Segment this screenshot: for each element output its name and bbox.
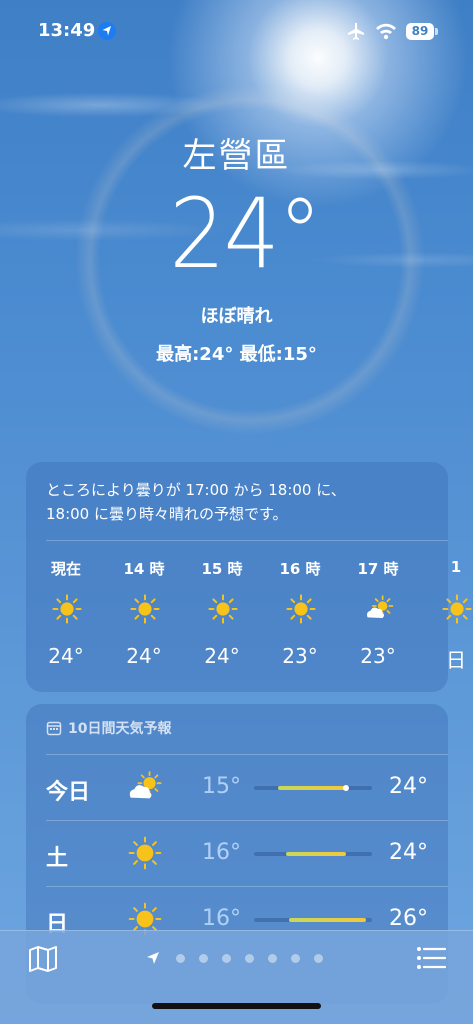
high-low-text: 最高:24° 最低:15° [156,344,317,365]
city-name: 左營區 [182,136,291,176]
day-high: 26° [389,906,428,931]
home-indicator[interactable] [152,1003,321,1009]
temperature-range-fill [285,852,347,856]
temperature-range-fill [289,918,367,922]
temperature-range-bar [254,785,372,791]
hour-label: 14 時 [123,560,165,578]
summary-line: 18:00 に曇り時々晴れの予想です。 [46,505,288,523]
page-dot[interactable] [314,954,323,963]
map-icon[interactable] [28,945,58,973]
hour-column: 1 日 [426,558,473,673]
sun-icon [114,580,174,628]
current-temp-dot [343,785,350,791]
wifi-icon [376,23,396,40]
forecast-summary: ところにより曇りが 17:00 から 18:00 に、 18:00 に曇り時々晴… [46,478,436,526]
day-row[interactable]: 今日 15° 24° [26,754,448,820]
battery-indicator: 89 [406,23,438,40]
airplane-icon [348,23,364,40]
hour-label: 17 時 [357,560,399,578]
hour-label: 15 時 [201,560,243,578]
temperature-range-bar [254,852,372,856]
list-icon[interactable] [416,945,446,971]
hour-label: 現在 [50,560,81,578]
day-high: 24° [389,840,428,865]
day-name: 今日 [46,780,91,805]
divider [46,820,448,821]
divider [46,754,448,755]
day-low: 16° [202,840,241,865]
divider [46,540,448,541]
hour-column: 16 時 23° [270,558,330,668]
battery-level: 89 [411,24,429,38]
hour-column: 14 時 24° [114,558,174,668]
hour-label: 1 [450,558,462,576]
hour-column: 15 時 24° [192,558,252,668]
condition-text: ほぼ晴れ [200,306,273,327]
calendar-icon [46,721,62,736]
sun-icon [192,580,252,628]
page-dot[interactable] [176,954,185,963]
sun-icon [270,580,330,628]
location-arrow-icon [98,22,116,40]
sun-icon [36,580,96,628]
page-dot[interactable] [222,954,231,963]
partly-cloudy-icon [348,580,408,628]
summary-line: ところにより曇りが 17:00 から 18:00 に、 [46,481,346,499]
current-temperature: 24° [169,178,322,290]
current-weather: 左營區 24° ほぼ晴れ 最高:24° 最低:15° [0,128,473,366]
hourly-forecast-card[interactable]: ところにより曇りが 17:00 から 18:00 に、 18:00 に曇り時々晴… [26,462,472,692]
hour-label: 16 時 [279,560,321,578]
day-low: 15° [202,774,241,799]
page-dot[interactable] [245,954,254,963]
day-low: 16° [202,906,241,931]
day-name: 土 [46,846,69,871]
hour-temperature: 24° [126,644,162,668]
hour-temperature: 24° [204,644,240,668]
sun-icon [426,580,473,628]
bottom-toolbar [0,930,473,1024]
hour-temperature: 23° [282,644,318,668]
page-dot[interactable] [291,954,300,963]
ten-day-title: 10日間天気予報 [68,721,172,737]
divider [46,886,448,887]
partly-cloudy-icon [126,768,164,810]
day-row[interactable]: 土 16° 24° [26,820,448,886]
hour-temperature: 24° [48,644,84,668]
sun-icon [126,834,164,876]
temperature-range-bar [254,918,372,922]
page-dot[interactable] [268,954,277,963]
status-time: 13:49 [38,20,96,41]
hour-column: 現在 24° [36,558,96,668]
current-location-icon [147,952,159,964]
page-dot[interactable] [199,954,208,963]
temperature-range-fill [277,786,347,790]
day-high: 24° [389,774,428,799]
hour-column: 17 時 23° [348,558,408,668]
hour-temperature: 日 [446,648,466,672]
hour-temperature: 23° [360,644,396,668]
ten-day-header: 10日間天気予報 [46,718,171,738]
status-bar: 13:49 89 [0,20,473,44]
